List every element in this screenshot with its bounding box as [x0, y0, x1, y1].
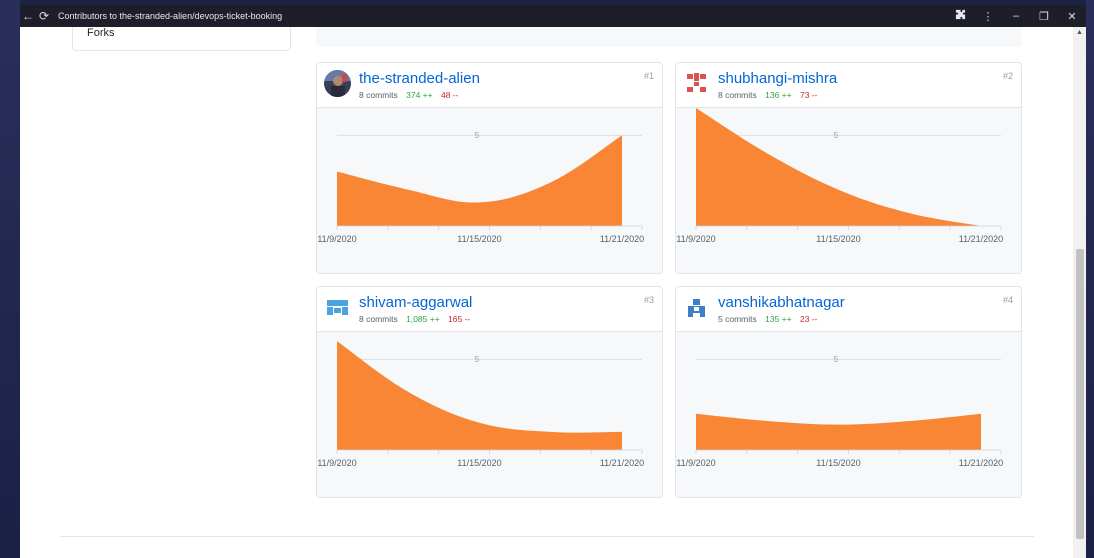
- back-arrow-icon[interactable]: ←: [20, 9, 36, 23]
- deletions-count: 48 --: [440, 90, 459, 100]
- contribution-chart: 5 11/9/2020 11/15/2020 11/21/2020: [676, 331, 1021, 497]
- commit-area-series[interactable]: [337, 341, 622, 450]
- scroll-up-arrow-icon[interactable]: ▲: [1073, 27, 1086, 39]
- x-tick-label: 11/15/2020: [816, 458, 860, 468]
- contributor-card: shivam-aggarwal 8 commits 1,085 ++ 165 -…: [316, 286, 663, 498]
- reload-icon[interactable]: ⟳: [36, 9, 52, 23]
- restore-icon[interactable]: ❐: [1030, 10, 1058, 23]
- more-menu-icon[interactable]: ⋮: [974, 10, 1002, 23]
- chart-svg: 5 11/9/2020 11/15/2020 11/21/2020: [676, 108, 1003, 244]
- avatar[interactable]: [324, 70, 351, 97]
- y-tick-label: 5: [834, 131, 839, 140]
- chart-svg: 5 11/9/2020 11/15/2020 11/21/2020: [317, 341, 644, 468]
- chart-svg: 5 11/9/2020 11/15/2020 11/21/2020: [317, 131, 644, 244]
- deletions-count: 73 --: [799, 90, 818, 100]
- deletions-count: 165 --: [448, 314, 471, 324]
- contribution-chart: 5 11/9/2020 11/15/2020 11/21/2020: [317, 107, 662, 273]
- contributor-stats: 8 commits 374 ++ 48 --: [359, 90, 458, 100]
- x-tick-label: 11/21/2020: [959, 234, 1003, 244]
- avatar[interactable]: [683, 70, 710, 97]
- contributor-card-header: shivam-aggarwal 8 commits 1,085 ++ 165 -…: [317, 287, 662, 331]
- contributor-login-link[interactable]: the-stranded-alien: [359, 70, 480, 87]
- close-icon[interactable]: ✕: [1058, 10, 1086, 23]
- contributor-login-link[interactable]: shivam-aggarwal: [359, 294, 472, 311]
- avatar[interactable]: [324, 294, 351, 321]
- additions-count: 1,085 ++: [406, 314, 440, 324]
- commit-count[interactable]: 5 commits: [718, 314, 757, 324]
- contributor-rank: #2: [1002, 71, 1013, 81]
- x-tick-label: 11/9/2020: [317, 458, 356, 468]
- minimize-icon[interactable]: –: [1002, 10, 1030, 22]
- x-tick-label: 11/21/2020: [600, 458, 644, 468]
- page-content: Forks the-stranded-alien 8 commits 374 +…: [20, 27, 1073, 558]
- contributor-stats: 8 commits 1,085 ++ 165 --: [359, 314, 470, 324]
- contributor-stats: 8 commits 136 ++ 73 --: [718, 90, 817, 100]
- contributor-card-header: shubhangi-mishra 8 commits 136 ++ 73 -- …: [676, 63, 1021, 107]
- commit-count[interactable]: 8 commits: [718, 90, 757, 100]
- x-tick-label: 11/15/2020: [816, 234, 860, 244]
- y-tick-label: 5: [475, 131, 480, 140]
- x-tick-label: 11/21/2020: [600, 234, 644, 244]
- title-bar: ← ⟳ Contributors to the-stranded-alien/d…: [20, 5, 1086, 27]
- vertical-scrollbar[interactable]: ▲: [1073, 27, 1086, 558]
- contributor-card: the-stranded-alien 8 commits 374 ++ 48 -…: [316, 62, 663, 274]
- commit-area-series[interactable]: [337, 135, 622, 226]
- x-tick-label: 11/15/2020: [457, 458, 501, 468]
- y-tick-label: 5: [475, 355, 480, 364]
- footer-divider: [60, 536, 1034, 537]
- x-tick-label: 11/15/2020: [457, 234, 501, 244]
- contributor-rank: #1: [643, 71, 654, 81]
- contributor-rank: #3: [643, 295, 654, 305]
- desktop-background-left: [0, 0, 20, 558]
- contributor-rank: #4: [1002, 295, 1013, 305]
- additions-count: 136 ++: [765, 90, 792, 100]
- additions-count: 135 ++: [765, 314, 792, 324]
- extensions-puzzle-icon[interactable]: [946, 9, 974, 23]
- window-title: Contributors to the-stranded-alien/devop…: [58, 11, 283, 21]
- commit-area-series[interactable]: [696, 108, 981, 226]
- contributor-login-link[interactable]: shubhangi-mishra: [718, 70, 837, 87]
- avatar[interactable]: [683, 294, 710, 321]
- additions-count: 374 ++: [406, 90, 433, 100]
- scrollbar-thumb[interactable]: [1076, 249, 1084, 539]
- contribution-chart: 5 11/9/2020 11/15/2020 11/21/2020: [676, 107, 1021, 273]
- commit-count[interactable]: 8 commits: [359, 90, 398, 100]
- sidebar-menu: Forks: [72, 27, 291, 51]
- contributor-card-header: vanshikabhatnagar 5 commits 135 ++ 23 --…: [676, 287, 1021, 331]
- sidebar-item-forks[interactable]: Forks: [87, 27, 115, 39]
- contributor-card: vanshikabhatnagar 5 commits 135 ++ 23 --…: [675, 286, 1022, 498]
- contributor-card: shubhangi-mishra 8 commits 136 ++ 73 -- …: [675, 62, 1022, 274]
- contributions-overview-strip: [316, 27, 1022, 47]
- commit-area-series[interactable]: [696, 413, 981, 450]
- deletions-count: 23 --: [799, 314, 818, 324]
- desktop-background-right: [1086, 0, 1094, 558]
- commit-count[interactable]: 8 commits: [359, 314, 398, 324]
- contributor-stats: 5 commits 135 ++ 23 --: [718, 314, 817, 324]
- x-tick-label: 11/21/2020: [959, 458, 1003, 468]
- x-tick-label: 11/9/2020: [676, 458, 715, 468]
- contributor-login-link[interactable]: vanshikabhatnagar: [718, 294, 845, 311]
- y-tick-label: 5: [834, 355, 839, 364]
- x-tick-label: 11/9/2020: [317, 234, 356, 244]
- chart-svg: 5 11/9/2020 11/15/2020 11/21/2020: [676, 355, 1003, 468]
- contributor-card-header: the-stranded-alien 8 commits 374 ++ 48 -…: [317, 63, 662, 107]
- x-tick-label: 11/9/2020: [676, 234, 715, 244]
- contribution-chart: 5 11/9/2020 11/15/2020 11/21/2020: [317, 331, 662, 497]
